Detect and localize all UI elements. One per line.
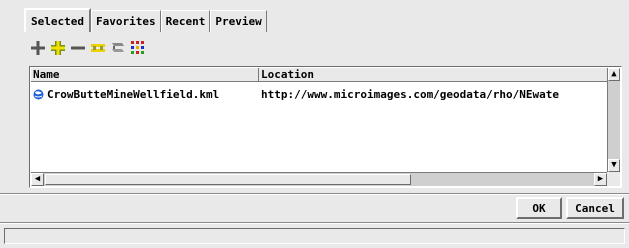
vertical-scrollbar[interactable]: ▲ ▼ <box>607 68 620 172</box>
tab-preview[interactable]: Preview <box>210 10 267 32</box>
column-header-location[interactable]: Location <box>259 68 607 82</box>
scroll-down-arrow-icon[interactable]: ▼ <box>608 159 620 172</box>
tab-recent[interactable]: Recent <box>160 10 211 32</box>
tab-preview-label: Preview <box>215 15 262 28</box>
row-name-cell: CrowButteMineWellfield.kml <box>31 88 259 101</box>
tab-favorites-label: Favorites <box>95 15 156 28</box>
ok-button[interactable]: OK <box>516 197 562 219</box>
remove-icon[interactable] <box>69 39 87 57</box>
tab-selected[interactable]: Selected <box>24 8 91 32</box>
column-header-location-label: Location <box>261 68 314 81</box>
horizontal-scrollbar[interactable]: ◀ ▶ <box>31 172 607 186</box>
cancel-button[interactable]: Cancel <box>566 197 624 219</box>
tab-favorites[interactable]: Favorites <box>90 10 161 32</box>
tab-bar: Selected Favorites Recent Preview <box>24 8 267 32</box>
horizontal-scroll-thumb[interactable] <box>45 174 411 185</box>
row-location-cell: http://www.microimages.com/geodata/rho/N… <box>259 88 559 101</box>
scroll-up-arrow-icon[interactable]: ▲ <box>608 68 620 81</box>
scroll-left-arrow-icon[interactable]: ◀ <box>31 173 44 186</box>
table-row[interactable]: CrowButteMineWellfield.kml http://www.mi… <box>31 86 559 102</box>
kml-globe-icon <box>33 89 44 100</box>
layer-list[interactable]: Name Location CrowButteMineWellfield.kml… <box>29 66 622 188</box>
separator <box>0 193 629 195</box>
grid-icon[interactable] <box>129 39 147 57</box>
separator <box>0 222 629 224</box>
column-header-name[interactable]: Name <box>31 68 259 82</box>
tab-selected-label: Selected <box>31 14 84 28</box>
layer-list-content: Name Location CrowButteMineWellfield.kml… <box>31 68 607 172</box>
remove-multiple-icon[interactable] <box>89 39 107 57</box>
add-multiple-icon[interactable] <box>49 39 67 57</box>
status-bar <box>4 228 625 244</box>
layer-selection-dialog: Selected Favorites Recent Preview Name L… <box>0 0 629 248</box>
link-icon[interactable] <box>109 39 127 57</box>
column-header-name-label: Name <box>33 68 60 81</box>
toolbar <box>29 37 147 59</box>
tab-recent-label: Recent <box>165 15 206 28</box>
row-location-text: http://www.microimages.com/geodata/rho/N… <box>261 87 560 101</box>
scroll-right-arrow-icon[interactable]: ▶ <box>594 173 607 186</box>
scroll-corner <box>607 172 620 186</box>
row-name-text: CrowButteMineWellfield.kml <box>47 87 220 101</box>
add-icon[interactable] <box>29 39 47 57</box>
